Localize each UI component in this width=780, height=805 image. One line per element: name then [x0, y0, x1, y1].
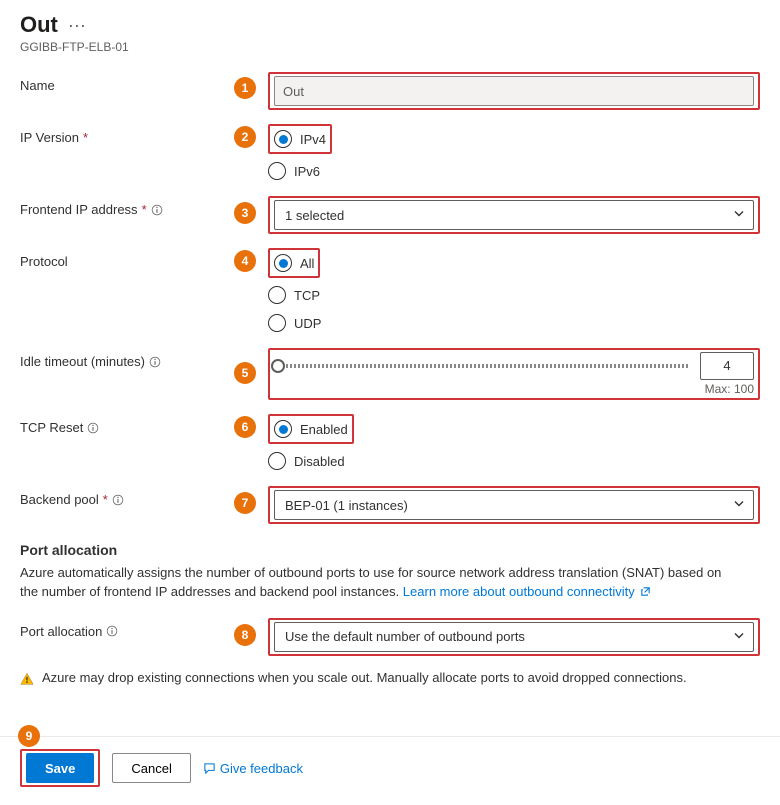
radio-icon — [268, 314, 286, 332]
highlight-box: Use the default number of outbound ports — [268, 618, 760, 656]
port-allocation-select[interactable]: Use the default number of outbound ports — [274, 622, 754, 652]
feedback-text: Give feedback — [220, 761, 303, 776]
more-actions-button[interactable]: ··· — [68, 15, 86, 36]
highlight-box: Save — [20, 749, 100, 787]
external-link-icon — [640, 586, 651, 597]
callout-badge-9: 9 — [18, 725, 40, 747]
tcp-reset-enabled-option[interactable]: Enabled — [274, 418, 348, 440]
name-label: Name — [20, 78, 55, 93]
name-input[interactable] — [274, 76, 754, 106]
port-allocation-label: Port allocation — [20, 624, 102, 639]
idle-timeout-value[interactable]: 4 — [700, 352, 754, 380]
ip-version-label: IP Version — [20, 130, 79, 145]
radio-label: IPv4 — [300, 132, 326, 147]
learn-more-link[interactable]: Learn more about outbound connectivity — [403, 584, 652, 599]
warning-text: Azure may drop existing connections when… — [42, 670, 687, 685]
highlight-box: Enabled — [268, 414, 354, 444]
info-icon[interactable] — [151, 204, 163, 216]
give-feedback-link[interactable]: Give feedback — [203, 761, 303, 776]
callout-badge-1: 1 — [234, 77, 256, 99]
port-allocation-warning: Azure may drop existing connections when… — [20, 670, 760, 686]
tcp-reset-label: TCP Reset — [20, 420, 83, 435]
info-icon[interactable] — [87, 422, 99, 434]
radio-icon — [268, 162, 286, 180]
info-icon[interactable] — [149, 356, 161, 368]
tcp-reset-disabled-option[interactable]: Disabled — [268, 450, 760, 472]
radio-label: IPv6 — [294, 164, 320, 179]
radio-icon — [274, 254, 292, 272]
info-icon[interactable] — [106, 625, 118, 637]
ip-version-ipv6-option[interactable]: IPv6 — [268, 160, 760, 182]
callout-badge-8: 8 — [234, 624, 256, 646]
backend-pool-select[interactable]: BEP-01 (1 instances) — [274, 490, 754, 520]
protocol-udp-option[interactable]: UDP — [268, 312, 760, 334]
cancel-button[interactable]: Cancel — [112, 753, 190, 783]
save-button[interactable]: Save — [26, 753, 94, 783]
highlight-box: IPv4 — [268, 124, 332, 154]
radio-icon — [268, 286, 286, 304]
slider-thumb[interactable] — [271, 359, 285, 373]
protocol-tcp-option[interactable]: TCP — [268, 284, 760, 306]
radio-label: All — [300, 256, 314, 271]
idle-timeout-slider[interactable] — [274, 364, 690, 368]
highlight-box: 1 selected — [268, 196, 760, 234]
radio-icon — [268, 452, 286, 470]
frontend-ip-select[interactable]: 1 selected — [274, 200, 754, 230]
idle-timeout-label: Idle timeout (minutes) — [20, 354, 145, 369]
protocol-all-option[interactable]: All — [274, 252, 314, 274]
resource-subtitle: GGIBB-FTP-ELB-01 — [20, 40, 760, 54]
radio-label: Disabled — [294, 454, 345, 469]
callout-badge-2: 2 — [234, 126, 256, 148]
callout-badge-7: 7 — [234, 492, 256, 514]
page-title: Out — [20, 12, 58, 38]
port-allocation-heading: Port allocation — [20, 542, 760, 558]
callout-badge-4: 4 — [234, 250, 256, 272]
chevron-down-icon — [733, 498, 745, 513]
info-icon[interactable] — [112, 494, 124, 506]
select-value: 1 selected — [285, 208, 344, 223]
callout-badge-5: 5 — [234, 362, 256, 384]
chevron-down-icon — [733, 208, 745, 223]
warning-icon — [20, 672, 34, 686]
frontend-ip-label: Frontend IP address — [20, 202, 138, 217]
ip-version-ipv4-option[interactable]: IPv4 — [274, 128, 326, 150]
highlight-box: All — [268, 248, 320, 278]
link-text: Learn more about outbound connectivity — [403, 584, 635, 599]
highlight-box: BEP-01 (1 instances) — [268, 486, 760, 524]
idle-timeout-max-label: Max: 100 — [274, 382, 754, 396]
chevron-down-icon — [733, 629, 745, 644]
port-allocation-description: Azure automatically assigns the number o… — [20, 564, 730, 602]
radio-icon — [274, 420, 292, 438]
radio-icon — [274, 130, 292, 148]
radio-label: TCP — [294, 288, 320, 303]
highlight-box — [268, 72, 760, 110]
highlight-box: 4 Max: 100 — [268, 348, 760, 400]
select-value: BEP-01 (1 instances) — [285, 498, 408, 513]
required-marker: * — [103, 492, 108, 507]
required-marker: * — [83, 130, 88, 145]
required-marker: * — [142, 202, 147, 217]
callout-badge-6: 6 — [234, 416, 256, 438]
radio-label: Enabled — [300, 422, 348, 437]
select-value: Use the default number of outbound ports — [285, 629, 525, 644]
backend-pool-label: Backend pool — [20, 492, 99, 507]
feedback-icon — [203, 762, 216, 775]
protocol-label: Protocol — [20, 254, 68, 269]
callout-badge-3: 3 — [234, 202, 256, 224]
radio-label: UDP — [294, 316, 321, 331]
